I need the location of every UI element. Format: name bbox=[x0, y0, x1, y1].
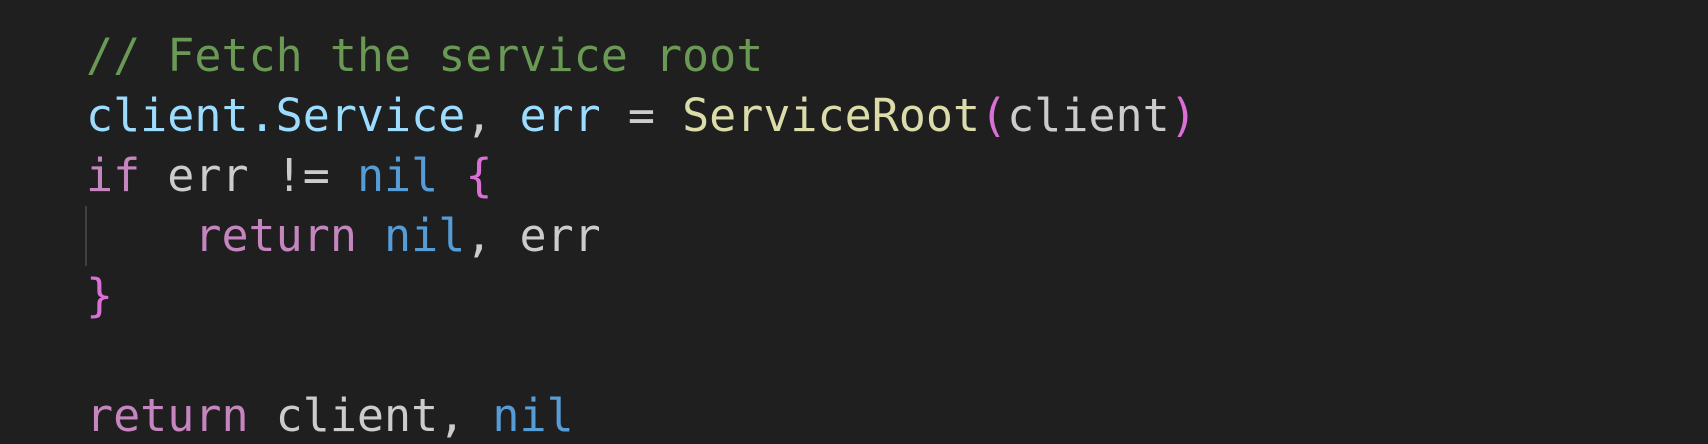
code-line-3[interactable]: if err != nil { bbox=[86, 146, 492, 206]
code-line-4[interactable]: return nil, err bbox=[86, 206, 601, 266]
code-line-5[interactable]: } bbox=[86, 266, 113, 326]
dot-token: . bbox=[248, 89, 276, 142]
field-token: Service bbox=[275, 89, 466, 142]
paren-close-token: ) bbox=[1169, 89, 1197, 142]
brace-close-token: } bbox=[86, 269, 114, 322]
text-token: client, bbox=[248, 389, 493, 442]
brace-open-token: { bbox=[465, 149, 493, 202]
constant-token: nil bbox=[492, 389, 574, 442]
variable-token: err bbox=[519, 89, 601, 142]
keyword-token: return bbox=[194, 209, 357, 262]
code-line-1[interactable]: // Fetch the service root bbox=[86, 26, 763, 86]
variable-token: client bbox=[86, 89, 249, 142]
paren-open-token: ( bbox=[980, 89, 1008, 142]
comment-token: // Fetch the service root bbox=[86, 29, 764, 82]
text-token: , err bbox=[465, 209, 601, 262]
condition-token: err != bbox=[140, 149, 357, 202]
constant-token: nil bbox=[384, 209, 466, 262]
code-line-2[interactable]: client.Service, err = ServiceRoot(client… bbox=[86, 86, 1197, 146]
argument-token: client bbox=[1007, 89, 1170, 142]
indent-token bbox=[86, 209, 194, 262]
keyword-token: return bbox=[86, 389, 249, 442]
code-editor[interactable]: // Fetch the service root client.Service… bbox=[0, 0, 1708, 444]
code-line-7[interactable]: return client, nil bbox=[86, 386, 574, 444]
comma-token: , bbox=[465, 89, 520, 142]
function-token: ServiceRoot bbox=[682, 89, 981, 142]
constant-token: nil bbox=[356, 149, 439, 202]
keyword-token: if bbox=[86, 149, 141, 202]
operator-token: = bbox=[600, 89, 683, 142]
